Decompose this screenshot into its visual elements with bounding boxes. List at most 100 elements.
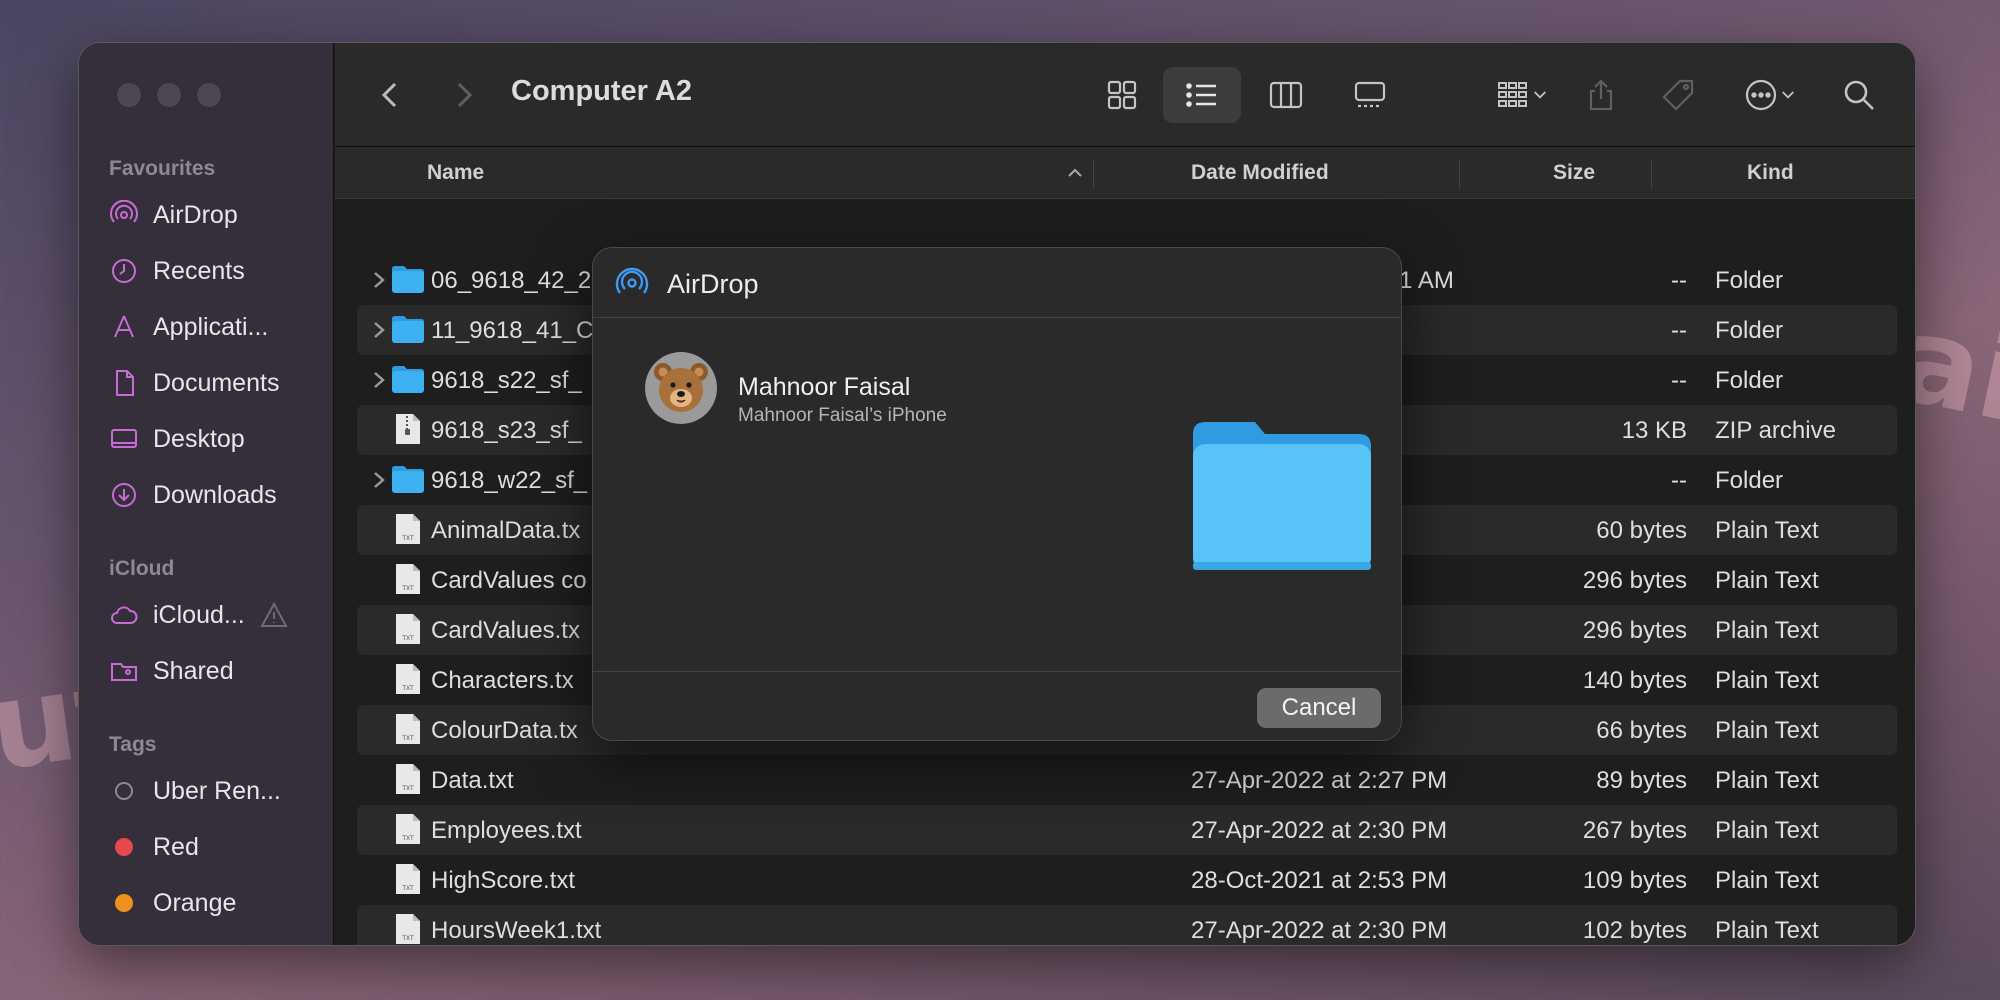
cloud-icon [111, 606, 138, 624]
sidebar: Favourites AirDrop Recents Applicati... … [79, 43, 334, 945]
file-name: HoursWeek1.txt [431, 917, 602, 944]
file-date: 27-Apr-2022 at 2:27 PM [1191, 767, 1448, 794]
minimize-button[interactable] [157, 83, 181, 107]
sidebar-item-desktop[interactable]: Desktop [109, 419, 324, 459]
more-actions-button[interactable] [1733, 73, 1809, 117]
file-kind: Plain Text [1715, 667, 1819, 694]
back-button[interactable] [369, 73, 413, 117]
folder-icon [392, 466, 424, 493]
cancel-button[interactable]: Cancel [1257, 688, 1381, 728]
folder-icon [392, 366, 424, 393]
window-title: Computer A2 [511, 75, 692, 107]
tag-button[interactable] [1653, 73, 1703, 117]
sidebar-item-icloud-drive[interactable]: iCloud... [109, 595, 324, 635]
column-date-modified[interactable]: Date Modified [1191, 161, 1329, 185]
sidebar-tag-red[interactable]: Red [109, 827, 324, 867]
avatar[interactable] [645, 352, 717, 424]
gallery-icon [1354, 81, 1386, 108]
file-date: 27-Apr-2022 at 2:30 PM [1191, 917, 1448, 944]
column-divider[interactable] [1093, 159, 1094, 189]
file-size: 60 bytes [1596, 517, 1687, 544]
sidebar-item-label: Red [153, 832, 199, 861]
text-file-icon: TXT [396, 714, 420, 744]
disclosure-chevron-icon[interactable] [369, 469, 389, 491]
file-name: CardValues.tx [431, 617, 580, 644]
file-name: CardValues co [431, 567, 587, 594]
airdrop-dialog: AirDrop Mahnoor Faisal Mahnoor Faisal’s … [592, 247, 1402, 741]
bear-emoji-icon [654, 363, 708, 412]
file-kind: Plain Text [1715, 917, 1819, 944]
file-date: 27-Apr-2022 at 2:30 PM [1191, 817, 1448, 844]
shared-folder-icon [111, 663, 137, 681]
forward-button[interactable] [441, 73, 485, 117]
file-name: HighScore.txt [431, 867, 576, 894]
svg-text:TXT: TXT [401, 835, 414, 842]
svg-text:TXT: TXT [401, 885, 414, 892]
table-row[interactable]: TXT HighScore.txt 28-Oct-2021 at 2:53 PM 10… [357, 855, 1897, 905]
file-kind: Folder [1715, 267, 1784, 294]
sidebar-item-airdrop[interactable]: AirDrop [109, 195, 324, 235]
disclosure-chevron-icon[interactable] [369, 269, 389, 291]
svg-text:TXT: TXT [401, 635, 414, 642]
sidebar-item-recents[interactable]: Recents [109, 251, 324, 291]
clock-icon [112, 259, 136, 283]
sidebar-item-applications[interactable]: Applicati... [109, 307, 324, 347]
file-size: 140 bytes [1582, 667, 1687, 694]
text-file-icon: TXT [396, 914, 420, 944]
list-icon [1186, 83, 1216, 107]
icloud-heading: iCloud [109, 557, 175, 580]
column-divider[interactable] [1459, 159, 1460, 189]
file-kind: Plain Text [1715, 867, 1819, 894]
file-date: 28-Oct-2021 at 2:53 PM [1191, 867, 1448, 894]
device-name[interactable]: Mahnoor Faisal [738, 373, 910, 402]
list-view-button[interactable] [1163, 67, 1241, 123]
chevron-left-icon [381, 82, 397, 108]
table-row[interactable]: TXT HoursWeek1.txt 27-Apr-2022 at 2:30 PM 1… [357, 905, 1897, 945]
text-file-icon: TXT [396, 664, 420, 694]
share-button[interactable] [1579, 73, 1623, 117]
share-icon [1589, 79, 1613, 111]
column-view-button[interactable] [1259, 73, 1313, 117]
folder-icon [1193, 422, 1371, 570]
sidebar-item-label: Recents [153, 256, 245, 285]
file-size: 267 bytes [1582, 817, 1687, 844]
group-grid-icon [1498, 82, 1527, 107]
svg-text:TXT: TXT [401, 735, 414, 742]
sidebar-item-label: AirDrop [153, 200, 238, 229]
file-kind: Folder [1715, 467, 1784, 494]
disclosure-chevron-icon[interactable] [369, 319, 389, 341]
sidebar-item-label: iCloud... [153, 600, 245, 629]
file-size: 296 bytes [1582, 567, 1687, 594]
column-kind[interactable]: Kind [1747, 161, 1794, 185]
disclosure-chevron-icon[interactable] [369, 369, 389, 391]
gallery-view-button[interactable] [1343, 73, 1397, 117]
column-size[interactable]: Size [1553, 161, 1595, 185]
icon-view-button[interactable] [1095, 73, 1149, 117]
search-button[interactable] [1837, 73, 1881, 117]
table-row[interactable]: TXT Employees.txt 27-Apr-2022 at 2:30 PM 26… [357, 805, 1897, 855]
zoom-button[interactable] [197, 83, 221, 107]
column-divider[interactable] [1651, 159, 1652, 189]
group-by-button[interactable] [1483, 73, 1563, 117]
sidebar-item-shared[interactable]: Shared [109, 651, 324, 691]
sidebar-item-label: Desktop [153, 424, 245, 453]
download-icon [112, 483, 136, 507]
text-file-icon: TXT [396, 564, 420, 594]
sidebar-item-label: Orange [153, 888, 237, 917]
sidebar-tag-uber[interactable]: Uber Ren... [109, 771, 324, 811]
sidebar-item-documents[interactable]: Documents [109, 363, 324, 403]
file-name: AnimalData.tx [431, 517, 581, 544]
applications-icon [114, 315, 134, 338]
window-controls [117, 83, 221, 107]
dialog-header: AirDrop [593, 248, 1401, 318]
file-name: 11_9618_41_C [431, 317, 594, 344]
zip-file-icon [396, 414, 420, 444]
file-size: 66 bytes [1596, 717, 1687, 744]
close-button[interactable] [117, 83, 141, 107]
table-row[interactable]: TXT Data.txt 27-Apr-2022 at 2:27 PM 89 byte… [357, 755, 1897, 805]
airdrop-icon [110, 200, 138, 223]
sidebar-tag-orange[interactable]: Orange [109, 883, 324, 923]
sidebar-item-downloads[interactable]: Downloads [109, 475, 324, 515]
column-name[interactable]: Name [427, 161, 484, 185]
file-kind: ZIP archive [1715, 417, 1836, 444]
